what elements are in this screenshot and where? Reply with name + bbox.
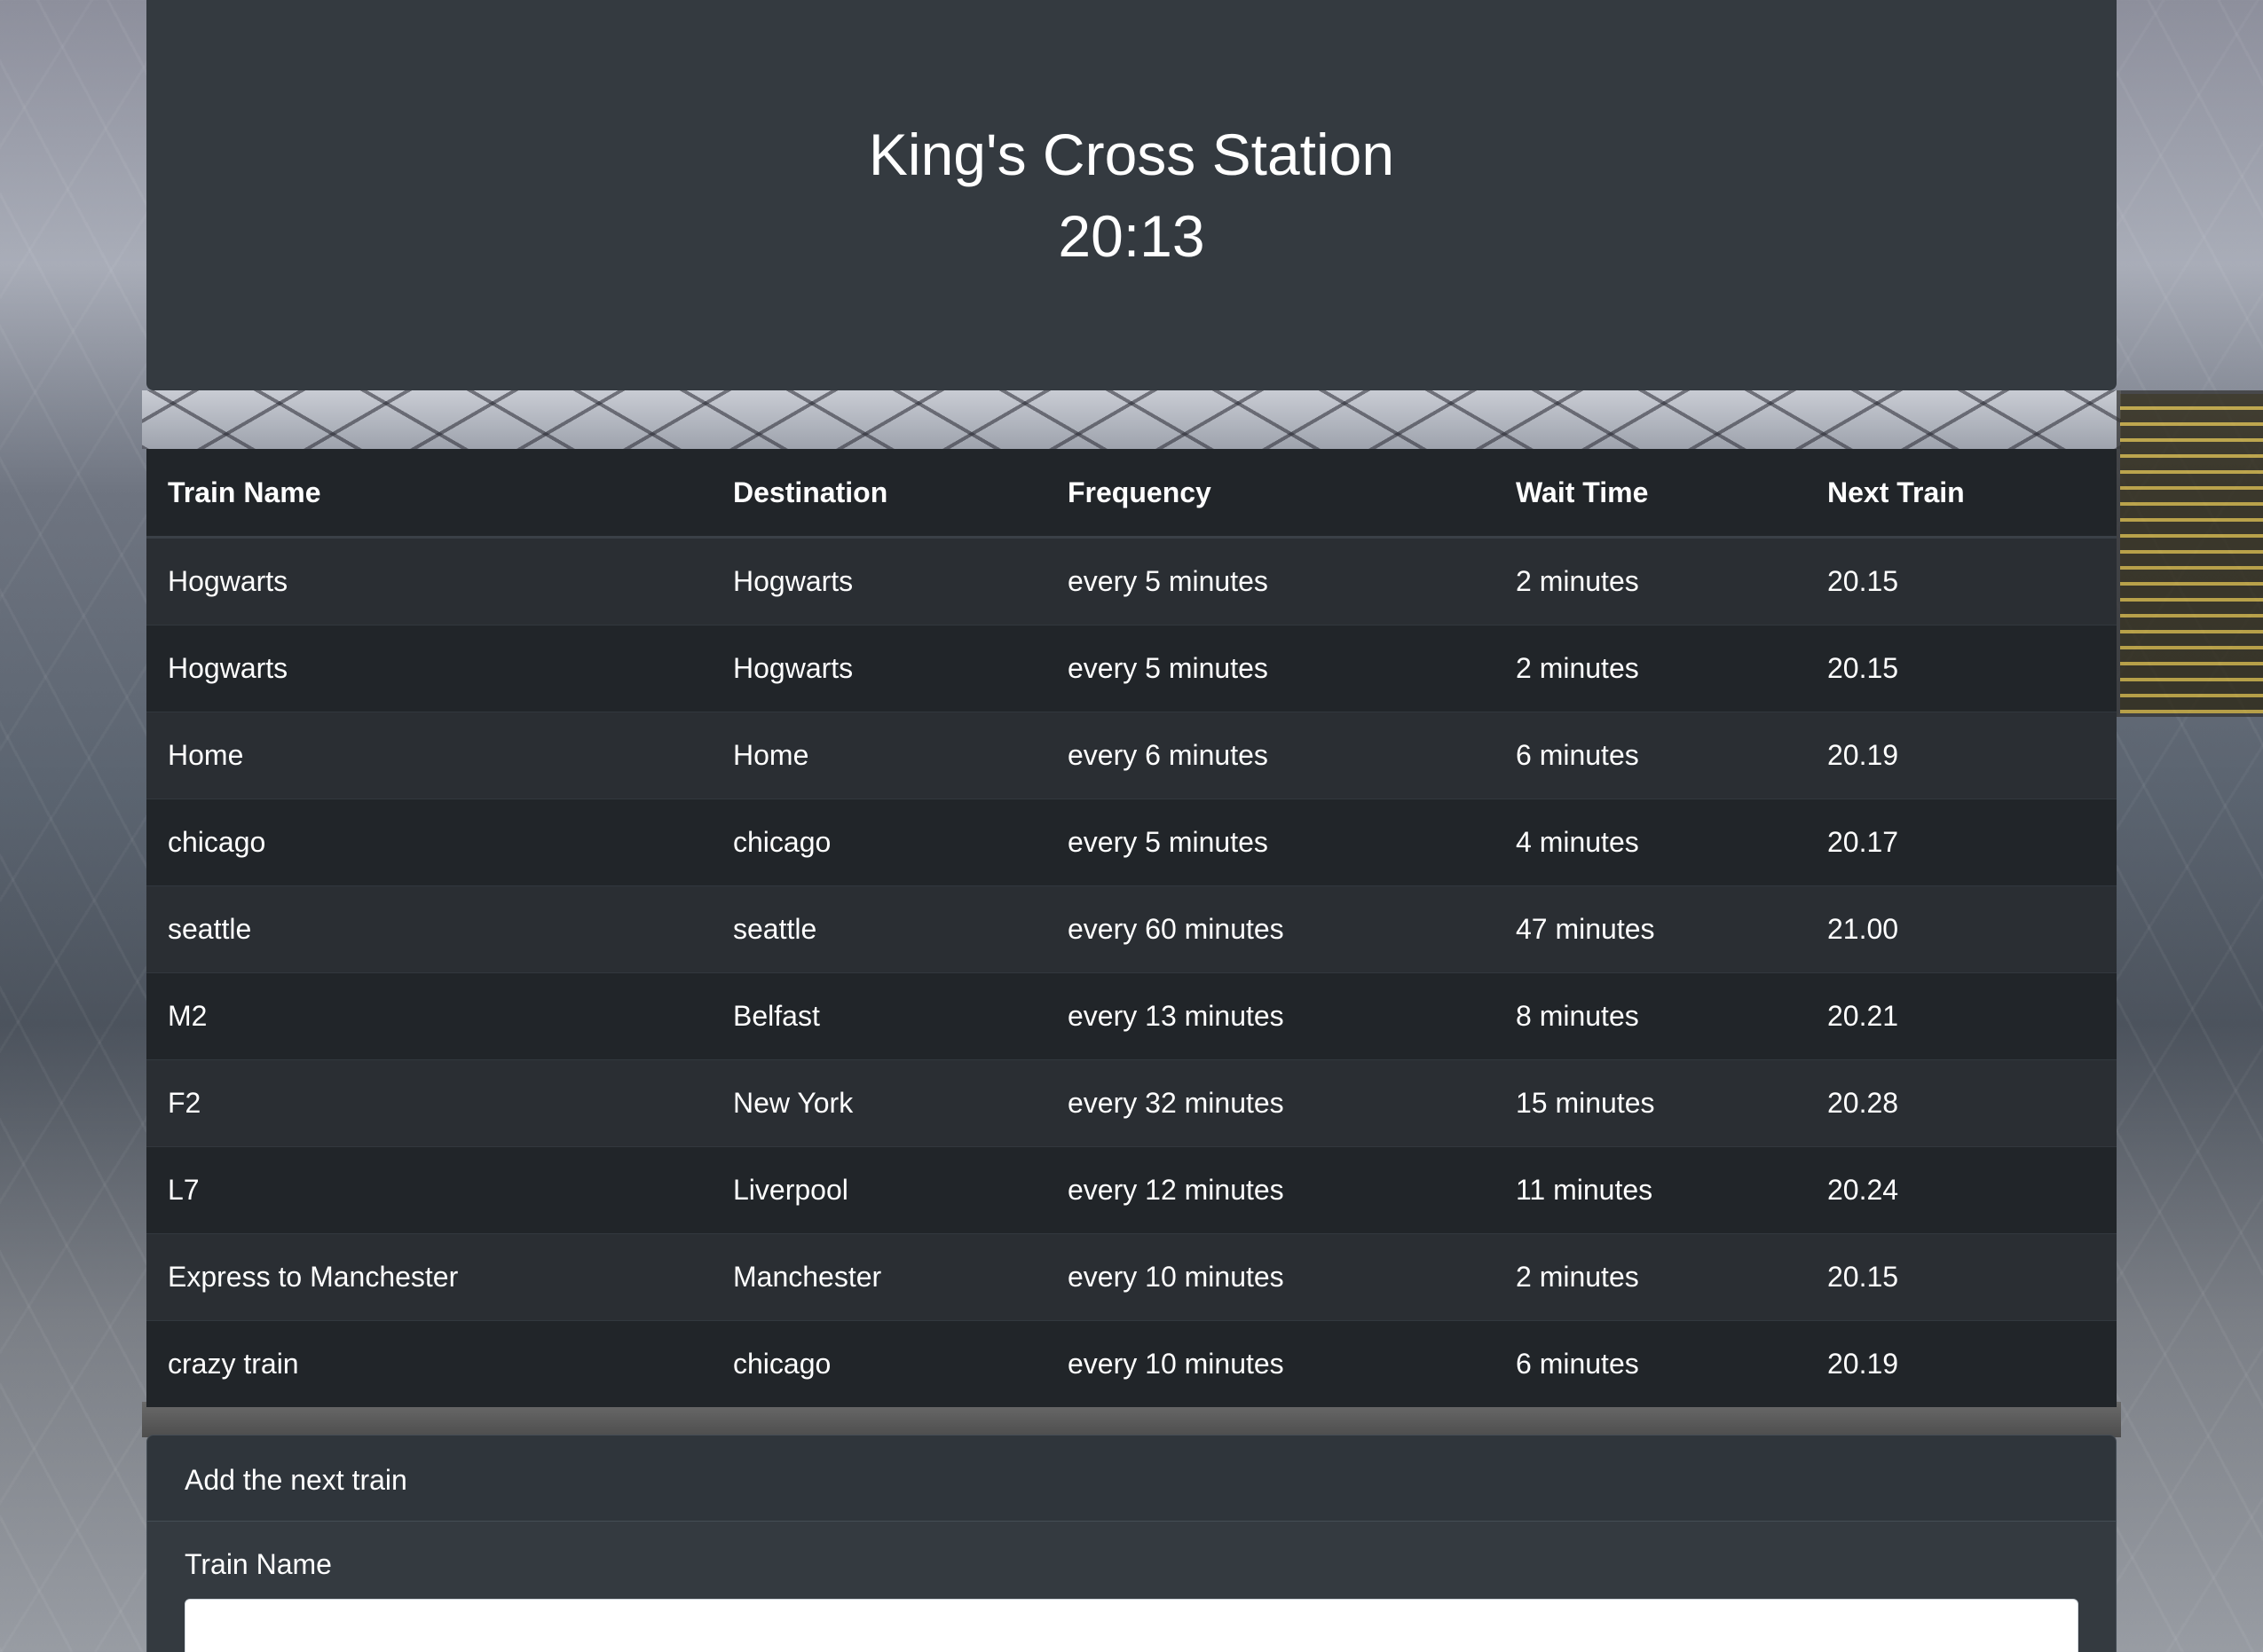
table-row: Home Home every 6 minutes 6 minutes 20.19 xyxy=(146,712,2117,799)
cell-wait-time: 15 minutes xyxy=(1494,1059,1806,1147)
cell-train-name: seattle xyxy=(146,885,712,973)
cell-destination: chicago xyxy=(712,798,1046,886)
train-schedule-table: Train Name Destination Frequency Wait Ti… xyxy=(146,449,2117,1407)
table-row: crazy train chicago every 10 minutes 6 minu… xyxy=(146,1320,2117,1407)
cell-wait-time: 2 minutes xyxy=(1494,537,1806,625)
cell-train-name: Hogwarts xyxy=(146,625,712,712)
cell-wait-time: 6 minutes xyxy=(1494,1320,1806,1407)
cell-next-train: 20.21 xyxy=(1806,972,2117,1060)
column-header-frequency: Frequency xyxy=(1046,449,1494,539)
cell-frequency: every 6 minutes xyxy=(1046,712,1494,799)
add-train-card: Add the next train Train Name xyxy=(146,1435,2117,1652)
cell-frequency: every 12 minutes xyxy=(1046,1146,1494,1234)
cell-next-train: 20.15 xyxy=(1806,537,2117,625)
cell-frequency: every 5 minutes xyxy=(1046,625,1494,712)
station-floor-background xyxy=(142,1402,2121,1437)
cell-destination: Belfast xyxy=(712,972,1046,1060)
train-schedule-body: Hogwarts Hogwarts every 5 minutes 2 minutes… xyxy=(146,537,2117,1407)
table-row: chicago chicago every 5 minutes 4 minutes 20… xyxy=(146,798,2117,886)
cell-train-name: F2 xyxy=(146,1059,712,1147)
cell-next-train: 20.19 xyxy=(1806,712,2117,799)
table-row: L7 Liverpool every 12 minutes 11 minutes 20.… xyxy=(146,1146,2117,1234)
column-header-train-name: Train Name xyxy=(146,449,712,539)
cell-next-train: 20.28 xyxy=(1806,1059,2117,1147)
cell-destination: Hogwarts xyxy=(712,537,1046,625)
train-name-input[interactable] xyxy=(185,1599,2078,1652)
cell-train-name: Express to Manchester xyxy=(146,1233,712,1321)
add-train-form: Train Name xyxy=(147,1548,2116,1652)
cell-train-name: Hogwarts xyxy=(146,537,712,625)
cell-next-train: 20.17 xyxy=(1806,798,2117,886)
station-roof-background xyxy=(142,390,2121,449)
cell-frequency: every 10 minutes xyxy=(1046,1320,1494,1407)
table-row: seattle seattle every 60 minutes 47 minutes… xyxy=(146,885,2117,973)
current-time: 20:13 xyxy=(1058,203,1205,269)
train-name-label: Train Name xyxy=(185,1548,332,1580)
column-header-wait-time: Wait Time xyxy=(1494,449,1806,539)
cell-destination: chicago xyxy=(712,1320,1046,1407)
table-header-row: Train Name Destination Frequency Wait Ti… xyxy=(146,449,2117,539)
cell-train-name: L7 xyxy=(146,1146,712,1234)
cell-destination: Manchester xyxy=(712,1233,1046,1321)
cell-next-train: 20.15 xyxy=(1806,1233,2117,1321)
train-schedule: Train Name Destination Frequency Wait Ti… xyxy=(146,449,2117,1407)
cell-next-train: 21.00 xyxy=(1806,885,2117,973)
cell-train-name: M2 xyxy=(146,972,712,1060)
table-row: Hogwarts Hogwarts every 5 minutes 2 minutes… xyxy=(146,537,2117,625)
cell-destination: Home xyxy=(712,712,1046,799)
cell-destination: New York xyxy=(712,1059,1046,1147)
column-header-destination: Destination xyxy=(712,449,1046,539)
cell-wait-time: 2 minutes xyxy=(1494,625,1806,712)
table-row: F2 New York every 32 minutes 15 minutes 20.2… xyxy=(146,1059,2117,1147)
cell-wait-time: 6 minutes xyxy=(1494,712,1806,799)
cell-destination: seattle xyxy=(712,885,1046,973)
column-header-next-train: Next Train xyxy=(1806,449,2117,539)
cell-train-name: crazy train xyxy=(146,1320,712,1407)
cell-next-train: 20.24 xyxy=(1806,1146,2117,1234)
add-train-title: Add the next train xyxy=(147,1436,2116,1522)
cell-destination: Hogwarts xyxy=(712,625,1046,712)
cell-frequency: every 5 minutes xyxy=(1046,798,1494,886)
departure-board-background xyxy=(2117,390,2263,717)
cell-next-train: 20.15 xyxy=(1806,625,2117,712)
cell-frequency: every 60 minutes xyxy=(1046,885,1494,973)
cell-next-train: 20.19 xyxy=(1806,1320,2117,1407)
cell-frequency: every 5 minutes xyxy=(1046,537,1494,625)
table-row: Hogwarts Hogwarts every 5 minutes 2 minutes… xyxy=(146,625,2117,712)
cell-wait-time: 11 minutes xyxy=(1494,1146,1806,1234)
cell-frequency: every 32 minutes xyxy=(1046,1059,1494,1147)
cell-frequency: every 13 minutes xyxy=(1046,972,1494,1060)
cell-wait-time: 47 minutes xyxy=(1494,885,1806,973)
cell-wait-time: 8 minutes xyxy=(1494,972,1806,1060)
station-name: King's Cross Station xyxy=(868,122,1395,187)
cell-destination: Liverpool xyxy=(712,1146,1046,1234)
table-row: M2 Belfast every 13 minutes 8 minutes 20.21 xyxy=(146,972,2117,1060)
cell-train-name: Home xyxy=(146,712,712,799)
cell-train-name: chicago xyxy=(146,798,712,886)
station-header: King's Cross Station 20:13 xyxy=(146,0,2117,390)
cell-wait-time: 4 minutes xyxy=(1494,798,1806,886)
cell-frequency: every 10 minutes xyxy=(1046,1233,1494,1321)
cell-wait-time: 2 minutes xyxy=(1494,1233,1806,1321)
table-row: Express to Manchester Manchester every 10 … xyxy=(146,1233,2117,1321)
